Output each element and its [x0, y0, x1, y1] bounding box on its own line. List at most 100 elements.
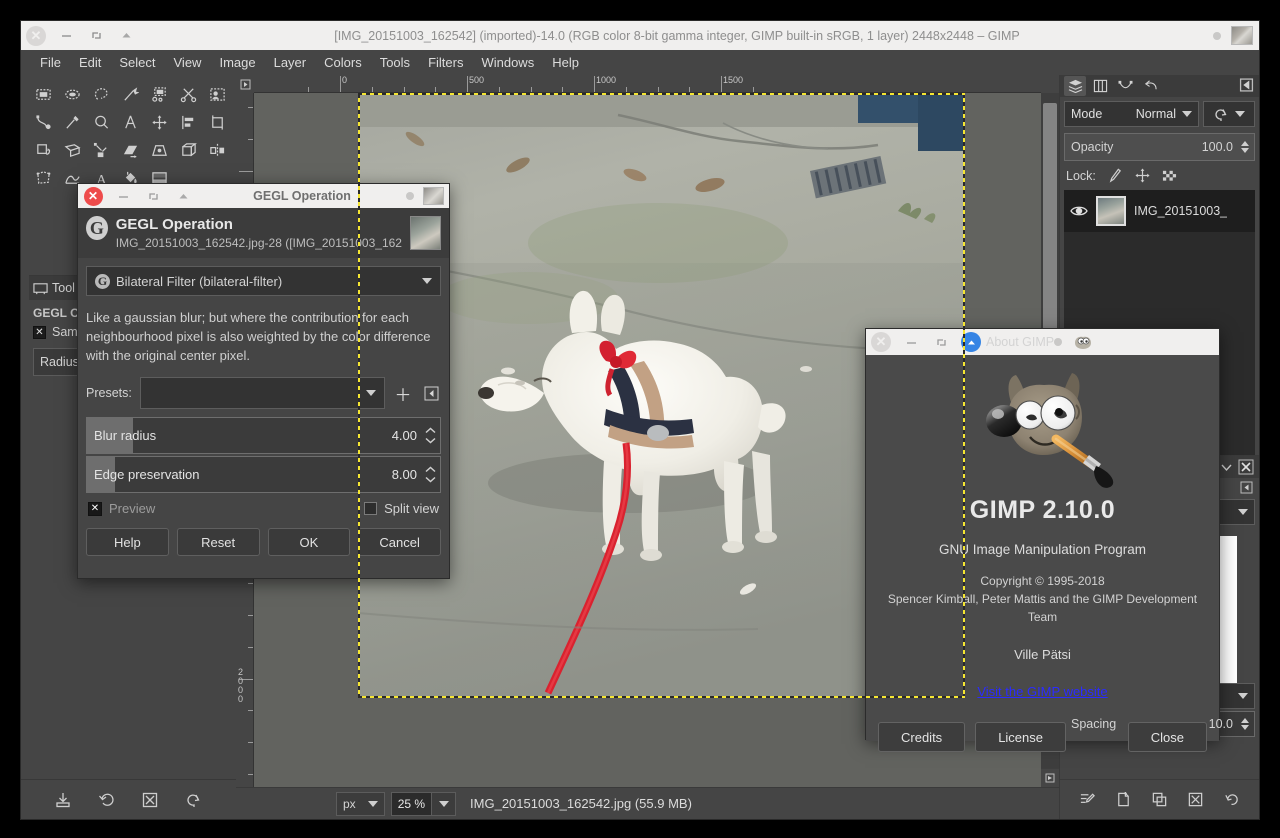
handle-transform-tool[interactable] [87, 137, 115, 164]
eye-icon[interactable] [1070, 204, 1088, 218]
credits-button[interactable]: Credits [878, 722, 965, 752]
perspective-tool[interactable] [145, 137, 173, 164]
help-button[interactable]: Help [86, 528, 169, 556]
split-view-checkbox[interactable] [364, 502, 377, 515]
reset-button[interactable]: Reset [177, 528, 260, 556]
blur-radius-slider[interactable]: Blur radius 4.00 [86, 417, 441, 454]
refresh-brushes-icon[interactable] [1223, 791, 1240, 808]
restore-tool-options-icon[interactable] [98, 791, 116, 809]
about-maximize-button[interactable] [956, 330, 986, 354]
layer-mode-selector[interactable]: Mode Normal [1064, 101, 1199, 127]
fuzzy-select-tool[interactable] [116, 81, 144, 108]
color-picker-tool[interactable] [58, 109, 86, 136]
license-button[interactable]: License [975, 722, 1066, 752]
gegl-operation-dialog[interactable]: ✕ GEGL Operation G GEGL Operation IMG_20… [77, 183, 450, 579]
menu-edit[interactable]: Edit [70, 50, 110, 75]
lock-pixels-icon[interactable] [1108, 168, 1123, 183]
dock-tab-undo-history[interactable] [1139, 76, 1161, 96]
gegl-close-button[interactable]: ✕ [78, 184, 108, 208]
lock-position-icon[interactable] [1135, 168, 1150, 183]
dialog-menu-dot-icon[interactable] [1054, 338, 1062, 346]
sample-merged-checkbox[interactable]: ✕ [33, 326, 46, 339]
flip-tool[interactable] [203, 137, 231, 164]
foreground-select-tool[interactable] [203, 81, 231, 108]
navigation-preview-button[interactable] [1041, 769, 1059, 787]
opacity-slider[interactable]: Opacity 100.0 [1064, 133, 1255, 161]
dialog-menu-dot-icon[interactable] [406, 192, 414, 200]
gegl-operation-selector[interactable]: G Bilateral Filter (bilateral-filter) [86, 266, 441, 296]
lock-alpha-icon[interactable] [1162, 168, 1177, 183]
crop-tool[interactable] [203, 109, 231, 136]
ok-button[interactable]: OK [268, 528, 351, 556]
new-brush-icon[interactable] [1115, 791, 1132, 808]
close-tab-icon[interactable] [1238, 459, 1254, 475]
menu-layer[interactable]: Layer [265, 50, 316, 75]
edge-preservation-stepper[interactable] [423, 466, 437, 483]
menu-filters[interactable]: Filters [419, 50, 472, 75]
rotate-tool[interactable] [29, 137, 57, 164]
blur-radius-stepper[interactable] [423, 427, 437, 444]
spacing-stepper[interactable] [1238, 712, 1251, 736]
gegl-minimize-button[interactable] [108, 184, 138, 208]
align-tool[interactable] [174, 109, 202, 136]
shear-tool[interactable] [116, 137, 144, 164]
opacity-stepper[interactable] [1238, 134, 1251, 160]
dock-tab-channels[interactable] [1089, 76, 1111, 96]
dock-tab-layers[interactable] [1064, 76, 1086, 96]
mode-reset-button[interactable] [1203, 101, 1255, 127]
ellipse-select-tool[interactable] [58, 81, 86, 108]
zoom-tool[interactable] [87, 109, 115, 136]
presets-combo[interactable] [140, 377, 385, 409]
gegl-restore-button[interactable] [138, 184, 168, 208]
menu-select[interactable]: Select [110, 50, 164, 75]
window-maximize-button[interactable] [111, 21, 141, 50]
about-minimize-button[interactable] [896, 330, 926, 354]
about-close-button[interactable]: ✕ [866, 330, 896, 354]
add-preset-icon[interactable]: ＋ [393, 383, 413, 403]
dock-tab-paths[interactable] [1114, 76, 1136, 96]
vertical-scroll-thumb[interactable] [1043, 103, 1057, 333]
edit-brush-icon[interactable] [1079, 791, 1096, 808]
horizontal-ruler[interactable]: 050010001500 [254, 75, 1041, 93]
table-row[interactable]: IMG_20151003_ [1064, 190, 1255, 232]
window-menu-dot-icon[interactable] [1213, 32, 1221, 40]
3d-transform-tool[interactable] [174, 137, 202, 164]
menu-view[interactable]: View [165, 50, 211, 75]
about-restore-button[interactable] [926, 330, 956, 354]
menu-file[interactable]: File [31, 50, 70, 75]
save-tool-options-icon[interactable] [54, 791, 72, 809]
about-gimp-dialog[interactable]: ✕ About GIMP [865, 328, 1220, 740]
zoom-value[interactable]: 25 % [391, 792, 432, 816]
window-close-button[interactable]: ✕ [21, 21, 51, 50]
paths-tool[interactable] [29, 109, 57, 136]
measure-tool[interactable] [116, 109, 144, 136]
select-by-color-tool[interactable] [145, 81, 173, 108]
gegl-maximize-button[interactable] [168, 184, 198, 208]
menu-help[interactable]: Help [543, 50, 588, 75]
delete-tool-options-icon[interactable] [141, 791, 159, 809]
menu-windows[interactable]: Windows [472, 50, 543, 75]
menu-image[interactable]: Image [210, 50, 264, 75]
cage-transform-tool[interactable] [29, 165, 57, 192]
delete-brush-icon[interactable] [1187, 791, 1204, 808]
window-minimize-button[interactable] [51, 21, 81, 50]
brush-dock-menu-icon[interactable] [1240, 481, 1253, 494]
menu-tools[interactable]: Tools [371, 50, 419, 75]
ruler-corner-button[interactable] [236, 75, 254, 93]
gimp-website-link[interactable]: Visit the GIMP website [977, 684, 1107, 699]
duplicate-brush-icon[interactable] [1151, 791, 1168, 808]
close-button[interactable]: Close [1128, 722, 1207, 752]
rectangle-select-tool[interactable] [29, 81, 57, 108]
zoom-dropdown-button[interactable] [432, 792, 456, 816]
preview-checkbox[interactable]: ✕ [88, 502, 102, 516]
window-restore-button[interactable] [81, 21, 111, 50]
cancel-button[interactable]: Cancel [358, 528, 441, 556]
preset-menu-icon[interactable] [421, 383, 441, 403]
scissors-select-tool[interactable] [174, 81, 202, 108]
free-select-tool[interactable] [87, 81, 115, 108]
menu-colors[interactable]: Colors [315, 50, 371, 75]
unified-transform-tool[interactable] [58, 137, 86, 164]
move-tool[interactable] [145, 109, 173, 136]
zoom-selector[interactable]: 25 % [391, 792, 456, 816]
dock-menu-button[interactable] [1239, 78, 1254, 95]
